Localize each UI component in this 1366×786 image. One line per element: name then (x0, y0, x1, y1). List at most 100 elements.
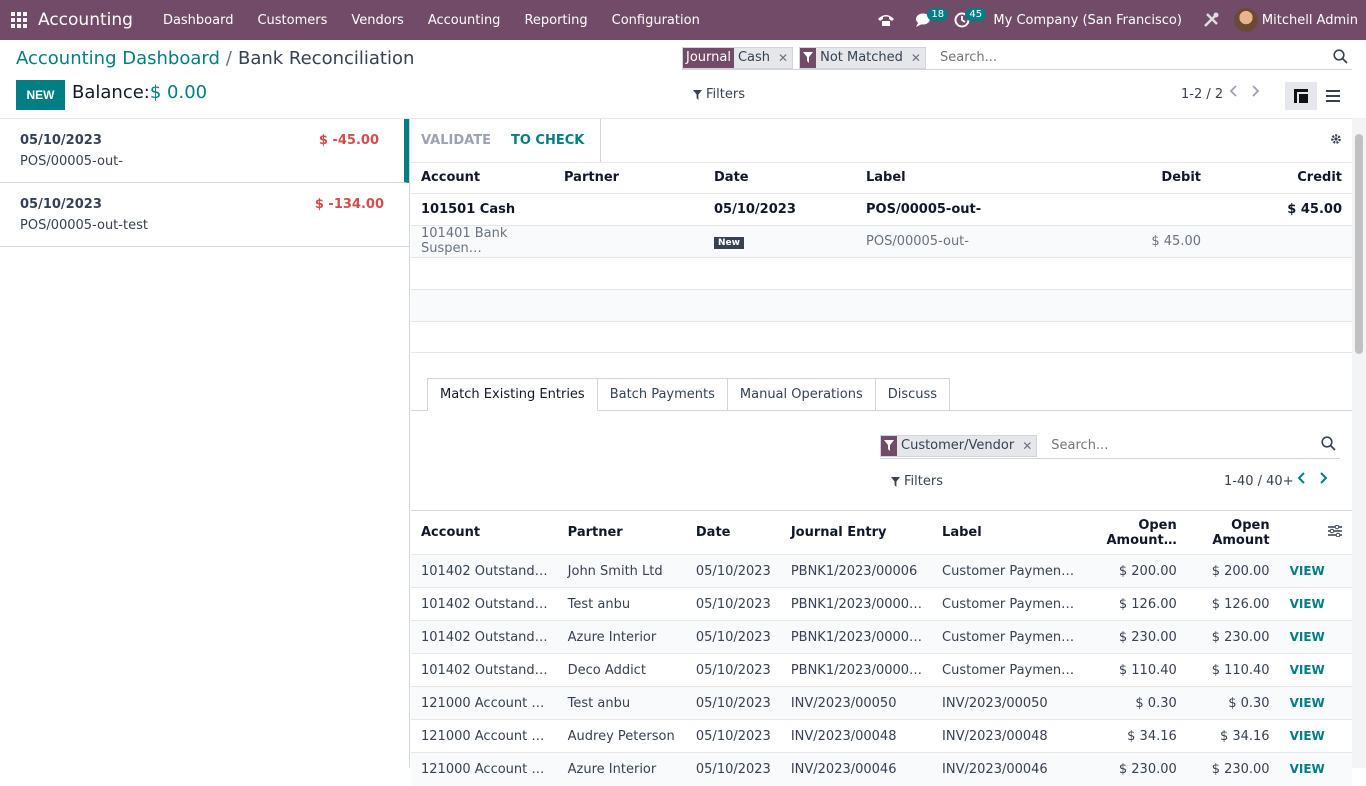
cell-open-amount: $ 110.40 (1186, 653, 1280, 687)
search-icon[interactable] (1321, 436, 1336, 455)
statement-line-label: POS/00005-out-test (20, 218, 148, 233)
pager-previous-icon[interactable] (1297, 472, 1306, 488)
view-cell: VIEW (1279, 653, 1352, 687)
menu-dashboard[interactable]: Dashboard (151, 13, 246, 28)
column-header[interactable]: Partner (557, 510, 686, 555)
filter-icon (693, 89, 702, 100)
table-row[interactable]: 101501 Cash 05/10/2023 POS/00005-out- $ … (411, 192, 1352, 225)
debug-tools-icon[interactable] (1196, 0, 1226, 40)
cell-date: New (704, 224, 856, 257)
view-button[interactable]: VIEW (1290, 663, 1325, 677)
facet-value: Not Matched (816, 47, 907, 68)
column-header[interactable]: Open Amount (1186, 510, 1280, 555)
search-input[interactable] (931, 50, 1352, 65)
cell-date: 05/10/2023 (685, 620, 781, 654)
filter-icon (891, 476, 900, 487)
activity-clock-icon[interactable]: 45 (947, 0, 987, 40)
table-row[interactable]: 101402 Outstand… Azure Interior 05/10/2023… (411, 620, 1352, 654)
menu-vendors[interactable]: Vendors (339, 13, 415, 28)
pager-value[interactable]: 1-2 / 2 (1181, 87, 1223, 102)
tab-manual-operations[interactable]: Manual Operations (727, 378, 876, 411)
filters-toggle[interactable]: Filters (693, 87, 745, 102)
to-check-button[interactable]: TO CHECK (501, 119, 602, 162)
tab-match-existing-entries[interactable]: Match Existing Entries (427, 378, 598, 411)
match-pager-value[interactable]: 1-40 / 40+ (1224, 474, 1294, 489)
company-switcher[interactable]: My Company (San Francisco) (993, 13, 1181, 28)
statement-line[interactable]: 05/10/2023 POS/00005-out- $ -45.00 (0, 119, 409, 183)
cell-debit (1071, 192, 1211, 225)
phone-icon[interactable] (871, 0, 901, 40)
list-view-icon[interactable] (1317, 82, 1349, 110)
apps-menu-icon[interactable] (0, 0, 38, 40)
view-button[interactable]: VIEW (1290, 762, 1325, 776)
view-button[interactable]: VIEW (1290, 597, 1325, 611)
scrollbar-thumb[interactable] (1355, 134, 1363, 354)
menu-reporting[interactable]: Reporting (512, 13, 599, 28)
facet-value: Customer/Vendor (897, 435, 1019, 456)
table-row[interactable]: 121000 Account … Test anbu 05/10/2023 INV/2… (411, 686, 1352, 720)
column-header[interactable]: Open Amount… (1084, 510, 1187, 555)
table-row[interactable]: 121000 Account … Azure Interior 05/10/2023… (411, 752, 1352, 786)
match-filters-toggle[interactable]: Filters (891, 474, 943, 489)
cell-account: 121000 Account … (411, 686, 558, 720)
table-row[interactable]: 121000 Account … Audrey Peterson 05/10/202… (411, 719, 1352, 753)
gear-icon[interactable] (1330, 133, 1342, 149)
cell-partner: Test anbu (557, 686, 686, 720)
column-header[interactable]: Label (932, 510, 1085, 555)
breadcrumb-parent[interactable]: Accounting Dashboard (16, 48, 220, 69)
column-header[interactable]: Date (685, 510, 781, 555)
menu-accounting[interactable]: Accounting (416, 13, 513, 28)
facet-remove-icon[interactable]: ✕ (774, 47, 793, 68)
balance-display: Balance:$ 0.00 (72, 82, 207, 103)
facet-not-matched: Not Matched ✕ (799, 46, 926, 69)
validate-button[interactable]: VALIDATE (411, 119, 501, 162)
kanban-view-icon[interactable] (1285, 82, 1317, 110)
match-search-input[interactable] (1043, 438, 1340, 453)
column-settings-icon[interactable] (1279, 510, 1352, 555)
table-row[interactable]: 101402 Outstand… Deco Addict 05/10/2023 PBN… (411, 653, 1352, 687)
user-avatar[interactable] (1233, 8, 1258, 32)
column-header: Account (421, 170, 481, 186)
pager-next-icon[interactable] (1319, 472, 1328, 488)
column-header[interactable]: Account (411, 510, 558, 555)
facet-remove-icon[interactable]: ✕ (1018, 435, 1037, 456)
cell-account: 101402 Outstand… (411, 587, 558, 621)
scrollbar[interactable] (1352, 118, 1366, 768)
breadcrumb: Accounting Dashboard / Bank Reconciliation (16, 48, 414, 69)
column-header: Date (714, 170, 749, 186)
table-row[interactable]: 101402 Outstand… John Smith Ltd 05/10/2023… (411, 554, 1352, 588)
search-icon[interactable] (1333, 49, 1348, 68)
chat-icon[interactable]: 18 (909, 0, 949, 40)
view-button[interactable]: VIEW (1290, 696, 1325, 710)
new-badge: New (714, 236, 744, 249)
cell-label: INV/2023/00046 (932, 752, 1085, 786)
tab-batch-payments[interactable]: Batch Payments (597, 378, 728, 411)
table-row[interactable]: 101402 Outstand… Test anbu 05/10/2023 PBNK1… (411, 587, 1352, 621)
cell-label: Customer Paymen… (932, 554, 1085, 588)
cell-label: POS/00005-out- (856, 224, 1071, 257)
cell-open-amount-currency: $ 200.00 (1084, 554, 1187, 588)
view-button[interactable]: VIEW (1290, 729, 1325, 743)
view-button[interactable]: VIEW (1290, 630, 1325, 644)
match-search-bar: Customer/Vendor ✕ (880, 433, 1340, 459)
cell-partner: Deco Addict (557, 653, 686, 687)
statement-line-amount: $ -45.00 (318, 133, 379, 148)
cell-open-amount-currency: $ 110.40 (1084, 653, 1187, 687)
pager-previous-icon[interactable] (1229, 85, 1238, 101)
app-name[interactable]: Accounting (38, 10, 133, 30)
view-button[interactable]: VIEW (1290, 564, 1325, 578)
menu-configuration[interactable]: Configuration (600, 13, 712, 28)
statement-line[interactable]: 05/10/2023 POS/00005-out-test $ -134.00 (0, 183, 409, 247)
pager-next-icon[interactable] (1251, 85, 1260, 101)
tab-discuss[interactable]: Discuss (875, 378, 951, 411)
table-row[interactable]: 101401 Bank Suspen… New POS/00005-out- $… (411, 224, 1352, 257)
balance-label: Balance: (72, 82, 150, 103)
column-header[interactable]: Journal Entry (780, 510, 933, 555)
new-button[interactable]: NEW (16, 80, 65, 110)
facet-remove-icon[interactable]: ✕ (906, 47, 925, 68)
menu-customers[interactable]: Customers (245, 13, 339, 28)
filter-icon (881, 435, 897, 456)
cell-label: Customer Paymen… (932, 587, 1085, 621)
reconciliation-panel: VALIDATE TO CHECK Account Partner Date L… (411, 118, 1352, 786)
user-menu[interactable]: Mitchell Admin (1262, 13, 1358, 28)
